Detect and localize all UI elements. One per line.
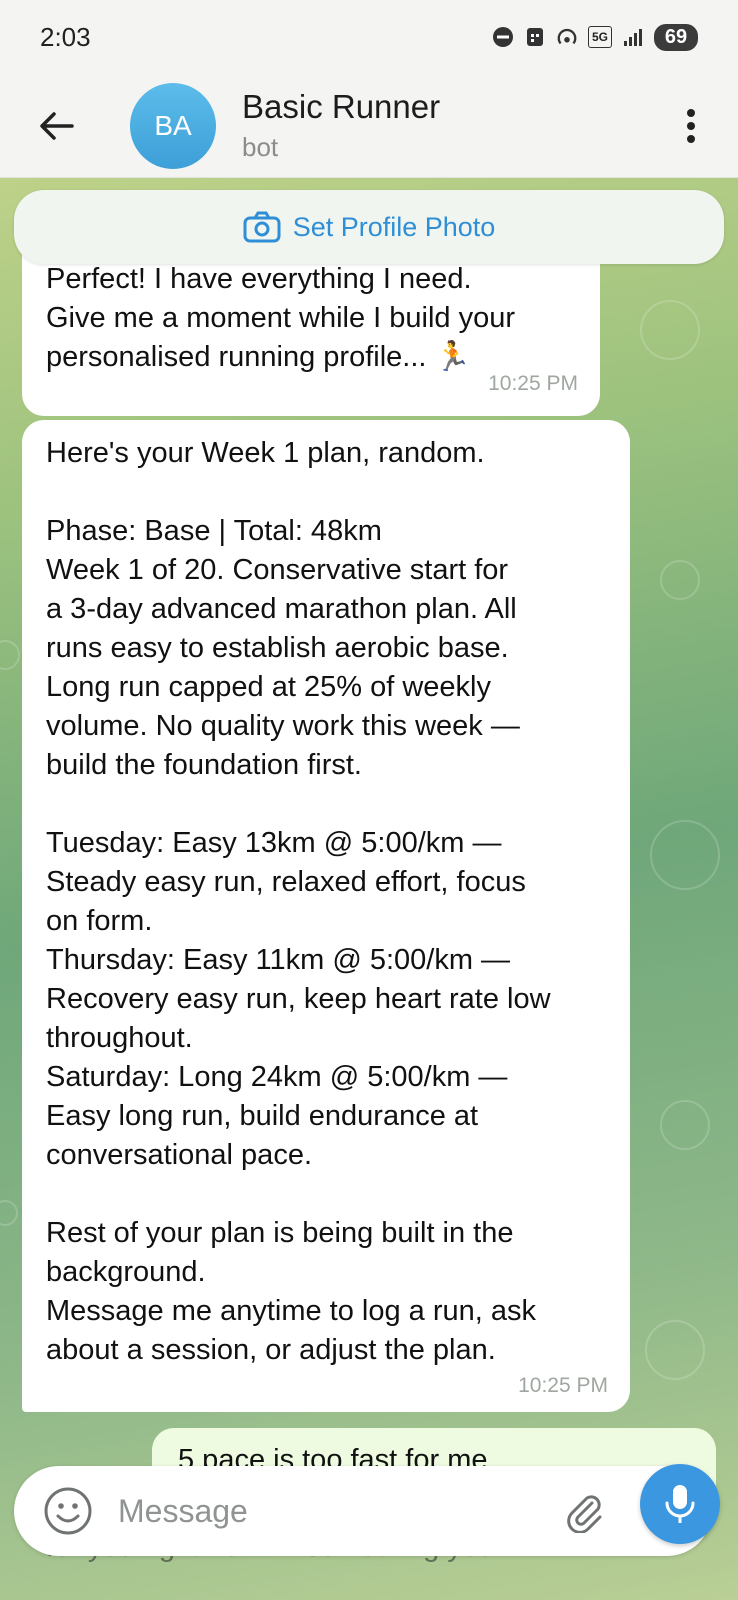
status-time: 2:03: [40, 21, 91, 52]
attach-button[interactable]: [556, 1483, 612, 1539]
message-composer: [14, 1466, 712, 1556]
message-time: 10:25 PM: [488, 372, 578, 395]
set-profile-photo-button[interactable]: Set Profile Photo: [14, 190, 724, 264]
voice-record-button[interactable]: [640, 1464, 720, 1544]
chat-title-block[interactable]: Basic Runner bot: [242, 88, 666, 163]
status-icons: 5G 69: [492, 23, 698, 51]
message-text: Perfect! I have everything I need. Give …: [46, 263, 516, 373]
chat-title: Basic Runner: [242, 88, 441, 125]
battery-level: 69: [654, 23, 698, 51]
incoming-message: Perfect! I have everything I need. Give …: [22, 240, 600, 416]
incoming-message: Here's your Week 1 plan, random. Phase: …: [22, 420, 630, 1412]
message-input[interactable]: [118, 1492, 556, 1530]
emoji-icon: [44, 1487, 92, 1535]
hotspot-icon: [556, 26, 578, 48]
sim-icon: [524, 26, 546, 48]
paperclip-icon: [567, 1495, 602, 1533]
chat-header: BA Basic Runner bot: [0, 74, 738, 178]
more-menu-button[interactable]: [666, 96, 716, 156]
microphone-icon: [665, 1485, 695, 1523]
chat-subtitle: bot: [242, 132, 279, 162]
emoji-button[interactable]: [40, 1483, 96, 1539]
set-profile-photo-label: Set Profile Photo: [292, 211, 496, 242]
avatar[interactable]: BA: [130, 82, 216, 169]
arrow-left-icon: [40, 111, 74, 140]
status-bar: 2:03 5G 69: [0, 0, 738, 74]
back-button[interactable]: [26, 96, 86, 156]
more-vertical-icon: [687, 108, 695, 143]
message-text: Here's your Week 1 plan, random. Phase: …: [46, 437, 551, 1366]
message-time: 10:25 PM: [518, 1374, 608, 1397]
network-5g-icon: 5G: [588, 26, 612, 48]
do-not-disturb-icon: [492, 26, 514, 48]
signal-icon: [622, 26, 644, 48]
camera-icon: [243, 211, 281, 243]
